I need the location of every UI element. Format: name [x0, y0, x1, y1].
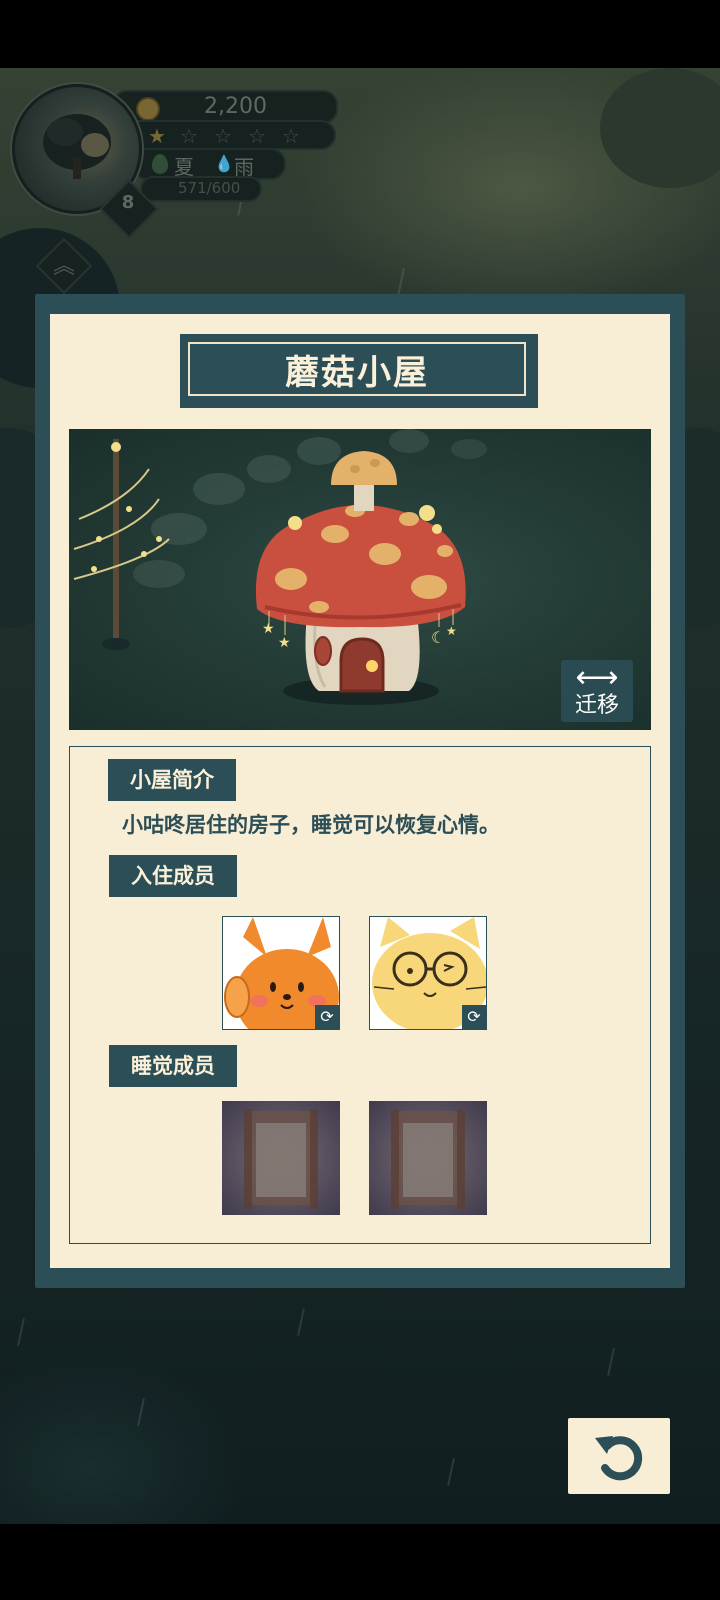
title-plate: 蘑菇小屋: [180, 334, 538, 408]
sleepers-header: 睡觉成员: [109, 1045, 237, 1087]
swap-icon[interactable]: ⟳: [462, 1005, 486, 1029]
svg-text:★: ★: [446, 624, 457, 638]
residents-header: 入住成员: [109, 855, 237, 897]
resident-card-cat[interactable]: ⟳: [369, 916, 487, 1030]
house-info-dialog: 蘑菇小屋 ★ ★ ☾ ★ ⟷ 迁移 小屋简介 小咕咚居住的房子，睡觉可以恢复心情…: [35, 294, 685, 1288]
house-title: 蘑菇小屋: [285, 352, 429, 393]
horizontal-arrows-icon: ⟷: [575, 660, 619, 695]
sleeper-slot-empty[interactable]: [222, 1101, 340, 1215]
move-button[interactable]: ⟷ 迁移: [561, 660, 633, 722]
intro-text: 小咕咚居住的房子，睡觉可以恢复心情。: [122, 813, 500, 837]
intro-header: 小屋简介: [108, 759, 236, 801]
house-preview: ★ ★ ☾ ★ ⟷ 迁移: [69, 429, 651, 730]
swap-icon[interactable]: ⟳: [315, 1005, 339, 1029]
move-label: 迁移: [574, 693, 619, 718]
bed-icon: [244, 1109, 318, 1209]
undo-arrow-icon: [595, 1436, 643, 1481]
bed-icon: [391, 1109, 465, 1209]
back-button[interactable]: [568, 1418, 670, 1494]
sleeper-slot-empty[interactable]: [369, 1101, 487, 1215]
resident-card-fox[interactable]: ⟳: [222, 916, 340, 1030]
svg-text:★: ★: [262, 621, 275, 637]
svg-text:☾: ☾: [431, 628, 445, 647]
dialog-paper: 蘑菇小屋 ★ ★ ☾ ★ ⟷ 迁移 小屋简介 小咕咚居住的房子，睡觉可以恢复心情…: [50, 314, 670, 1268]
svg-text:★: ★: [278, 635, 291, 651]
house-info-box: 小屋简介 小咕咚居住的房子，睡觉可以恢复心情。 入住成员 ⟳ ⟳ 睡觉成员: [69, 746, 651, 1244]
